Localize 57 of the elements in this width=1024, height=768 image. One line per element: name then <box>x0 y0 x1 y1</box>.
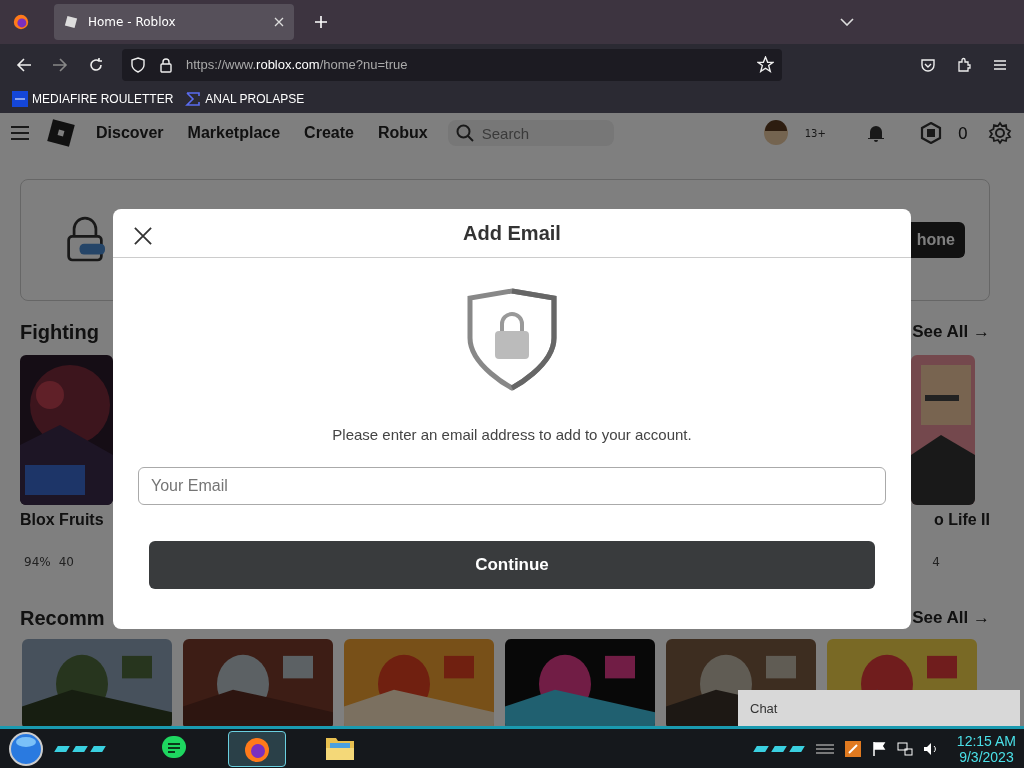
new-tab-icon[interactable] <box>314 15 328 29</box>
star-icon[interactable] <box>757 56 774 73</box>
taskbar-decoration-drawing <box>54 745 106 752</box>
rating-text: 94% <box>24 555 51 569</box>
shield-lock-icon <box>466 288 558 392</box>
bookmark-icon <box>12 91 28 107</box>
back-icon[interactable] <box>16 56 32 73</box>
tray-app-icon[interactable] <box>844 740 861 757</box>
robux-count: 0 <box>957 123 968 143</box>
sigma-icon <box>185 91 202 107</box>
shield-icon[interactable] <box>130 56 146 73</box>
browser-tab[interactable]: Home - Roblox <box>54 4 294 40</box>
section-title: Recomm <box>20 606 105 630</box>
bookmark-link[interactable]: ANAL PROLAPSE <box>185 91 305 107</box>
see-all-link[interactable]: See All → <box>912 608 990 628</box>
flag-icon[interactable] <box>870 740 887 757</box>
date-text: 9/3/2023 <box>959 748 1014 765</box>
time-text: 12:15 AM <box>956 732 1016 749</box>
taskbar-app[interactable] <box>228 730 286 767</box>
section-title: Fighting <box>20 320 99 344</box>
lock-icon[interactable] <box>158 56 174 73</box>
taskbar-decoration-drawing <box>752 745 805 752</box>
see-all-link[interactable]: See All → <box>912 322 990 342</box>
email-input[interactable]: Your Email <box>138 467 886 505</box>
reload-icon[interactable] <box>88 56 104 73</box>
clock[interactable]: 12:15 AM 9/3/2023 <box>956 732 1016 765</box>
settings-icon[interactable] <box>988 121 1012 145</box>
chat-label: Chat <box>750 700 778 716</box>
address-bar[interactable]: https://www.roblox.com/home?nu=true <box>122 48 782 81</box>
game-title[interactable]: Blox Fruits <box>20 511 113 529</box>
dialog-message: Please enter an email address to add to your account. <box>332 426 692 443</box>
continue-button[interactable]: Continue <box>149 541 875 589</box>
url-text: https://www.roblox.com/home?nu=true <box>186 57 408 72</box>
robux-icon[interactable] <box>919 122 942 144</box>
menu-icon[interactable] <box>10 125 30 141</box>
nav-link[interactable]: Marketplace <box>187 124 281 142</box>
chevron-down-icon[interactable] <box>840 18 854 26</box>
search-field[interactable]: Search <box>447 120 614 146</box>
avatar-icon[interactable] <box>762 120 789 146</box>
game-title[interactable]: o Life II <box>934 511 990 529</box>
show-desktop-icon[interactable] <box>814 741 835 756</box>
lock-icon <box>65 216 105 264</box>
nav-link[interactable]: Discover <box>96 124 164 142</box>
forward-icon[interactable] <box>52 56 68 73</box>
close-icon[interactable] <box>134 227 152 245</box>
extensions-icon[interactable] <box>956 56 972 73</box>
nav-link[interactable]: Create <box>304 124 354 142</box>
age-label: 13+ <box>804 127 826 139</box>
nav-link[interactable]: Robux <box>377 124 428 142</box>
start-orb-icon[interactable] <box>8 730 44 767</box>
player-count: 40 <box>58 555 74 569</box>
bookmark-link[interactable]: MEDIAFIRE ROULETTER <box>12 91 174 107</box>
bell-icon[interactable] <box>865 123 886 143</box>
network-icon[interactable] <box>896 740 913 757</box>
player-count: 4 <box>932 555 940 569</box>
chat-panel[interactable]: Chat <box>738 690 1020 726</box>
dialog-title: Add Email <box>463 221 561 245</box>
